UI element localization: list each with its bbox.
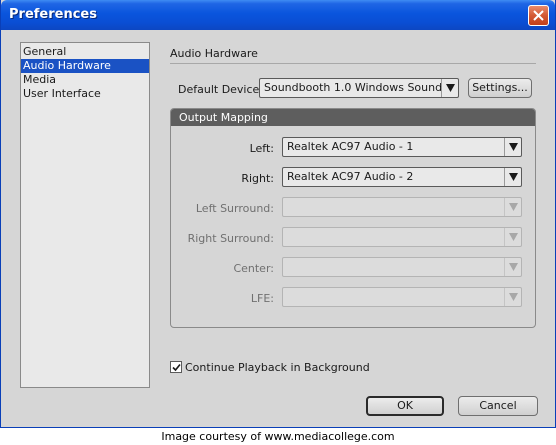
section-title: Audio Hardware [170, 47, 258, 60]
sidebar-item-media[interactable]: Media [21, 73, 149, 87]
left-output-value: Realtek AC97 Audio - 1 [287, 140, 414, 153]
section-divider [170, 63, 536, 64]
left-surround-select[interactable] [282, 197, 522, 217]
chevron-down-icon [504, 228, 521, 246]
sidebar-item-user-interface[interactable]: User Interface [21, 87, 149, 101]
lfe-label: LFE: [250, 292, 274, 305]
title-bar[interactable]: Preferences [1, 0, 555, 30]
dialog-body: General Audio Hardware Media User Interf… [4, 30, 552, 425]
default-device-select[interactable]: Soundbooth 1.0 Windows Sound [259, 78, 459, 98]
chevron-down-icon [504, 258, 521, 276]
settings-button[interactable]: Settings... [468, 78, 532, 98]
left-label: Left: [249, 142, 274, 155]
center-label: Center: [233, 262, 274, 275]
right-label: Right: [241, 172, 274, 185]
chevron-down-icon [504, 198, 521, 216]
category-list[interactable]: General Audio Hardware Media User Interf… [20, 42, 150, 388]
default-device-value: Soundbooth 1.0 Windows Sound [264, 81, 443, 94]
sidebar-item-general[interactable]: General [21, 45, 149, 59]
continue-playback-checkbox[interactable] [170, 361, 182, 373]
default-device-label: Default Device: [178, 83, 264, 96]
sidebar-item-audio-hardware[interactable]: Audio Hardware [21, 59, 149, 73]
preferences-window: Preferences General Audio Hardware Media… [0, 0, 556, 428]
chevron-down-icon [504, 138, 521, 156]
right-output-select[interactable]: Realtek AC97 Audio - 2 [282, 167, 522, 187]
chevron-down-icon [441, 79, 458, 97]
output-mapping-header: Output Mapping [171, 109, 535, 126]
left-output-select[interactable]: Realtek AC97 Audio - 1 [282, 137, 522, 157]
right-surround-select[interactable] [282, 227, 522, 247]
window-title: Preferences [9, 7, 97, 22]
ok-button[interactable]: OK [366, 396, 444, 416]
lfe-select[interactable] [282, 287, 522, 307]
center-select[interactable] [282, 257, 522, 277]
image-credit: Image courtesy of www.mediacollege.com [161, 430, 395, 443]
continue-playback-label[interactable]: Continue Playback in Background [185, 361, 370, 374]
chevron-down-icon [504, 168, 521, 186]
close-button[interactable] [528, 5, 549, 26]
left-surround-label: Left Surround: [195, 202, 274, 215]
chevron-down-icon [504, 288, 521, 306]
right-surround-label: Right Surround: [187, 232, 274, 245]
cancel-button[interactable]: Cancel [458, 396, 538, 416]
right-output-value: Realtek AC97 Audio - 2 [287, 170, 414, 183]
